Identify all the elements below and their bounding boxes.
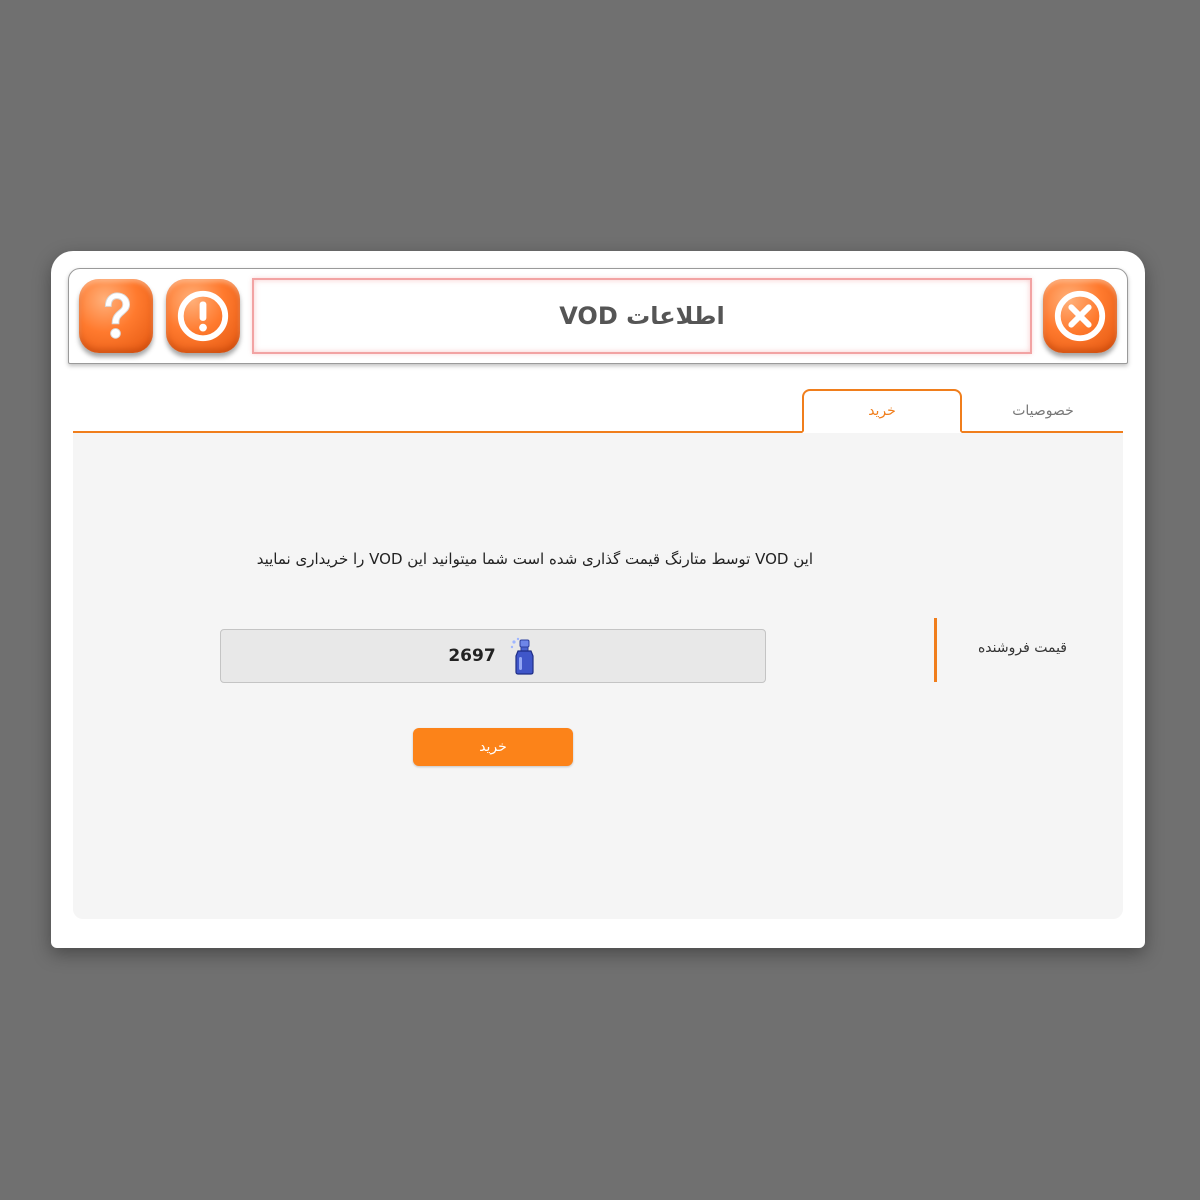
tab-specifications[interactable]: خصوصیات: [963, 389, 1123, 433]
title-bar: اطلاعات VOD: [252, 278, 1032, 354]
price-value: 2697: [448, 646, 496, 666]
purchase-message: این VOD توسط متارنگ قیمت گذاری شده است ش…: [256, 550, 813, 568]
seller-price-label: قیمت فروشنده: [977, 640, 1067, 656]
alert-exclamation-icon: [177, 290, 229, 342]
help-button[interactable]: [79, 279, 153, 353]
dialog-header: اطلاعات VOD: [68, 268, 1128, 364]
close-x-icon: [1054, 290, 1106, 342]
close-button[interactable]: [1043, 279, 1117, 353]
buy-button[interactable]: خرید: [413, 728, 573, 766]
purchase-panel: این VOD توسط متارنگ قیمت گذاری شده است ش…: [73, 433, 1123, 919]
tab-purchase[interactable]: خرید: [802, 389, 962, 433]
price-divider: [934, 618, 937, 682]
alert-button[interactable]: [166, 279, 240, 353]
tab-bar: خصوصیات خرید: [73, 389, 1123, 433]
window-title: اطلاعات VOD: [559, 302, 725, 330]
vod-info-dialog: اطلاعات VOD خصوصیات خرید این VOD توسط مت…: [51, 251, 1145, 948]
spray-bottle-icon: [508, 636, 538, 676]
price-field: 2697: [220, 629, 766, 683]
help-question-icon: [104, 292, 131, 339]
